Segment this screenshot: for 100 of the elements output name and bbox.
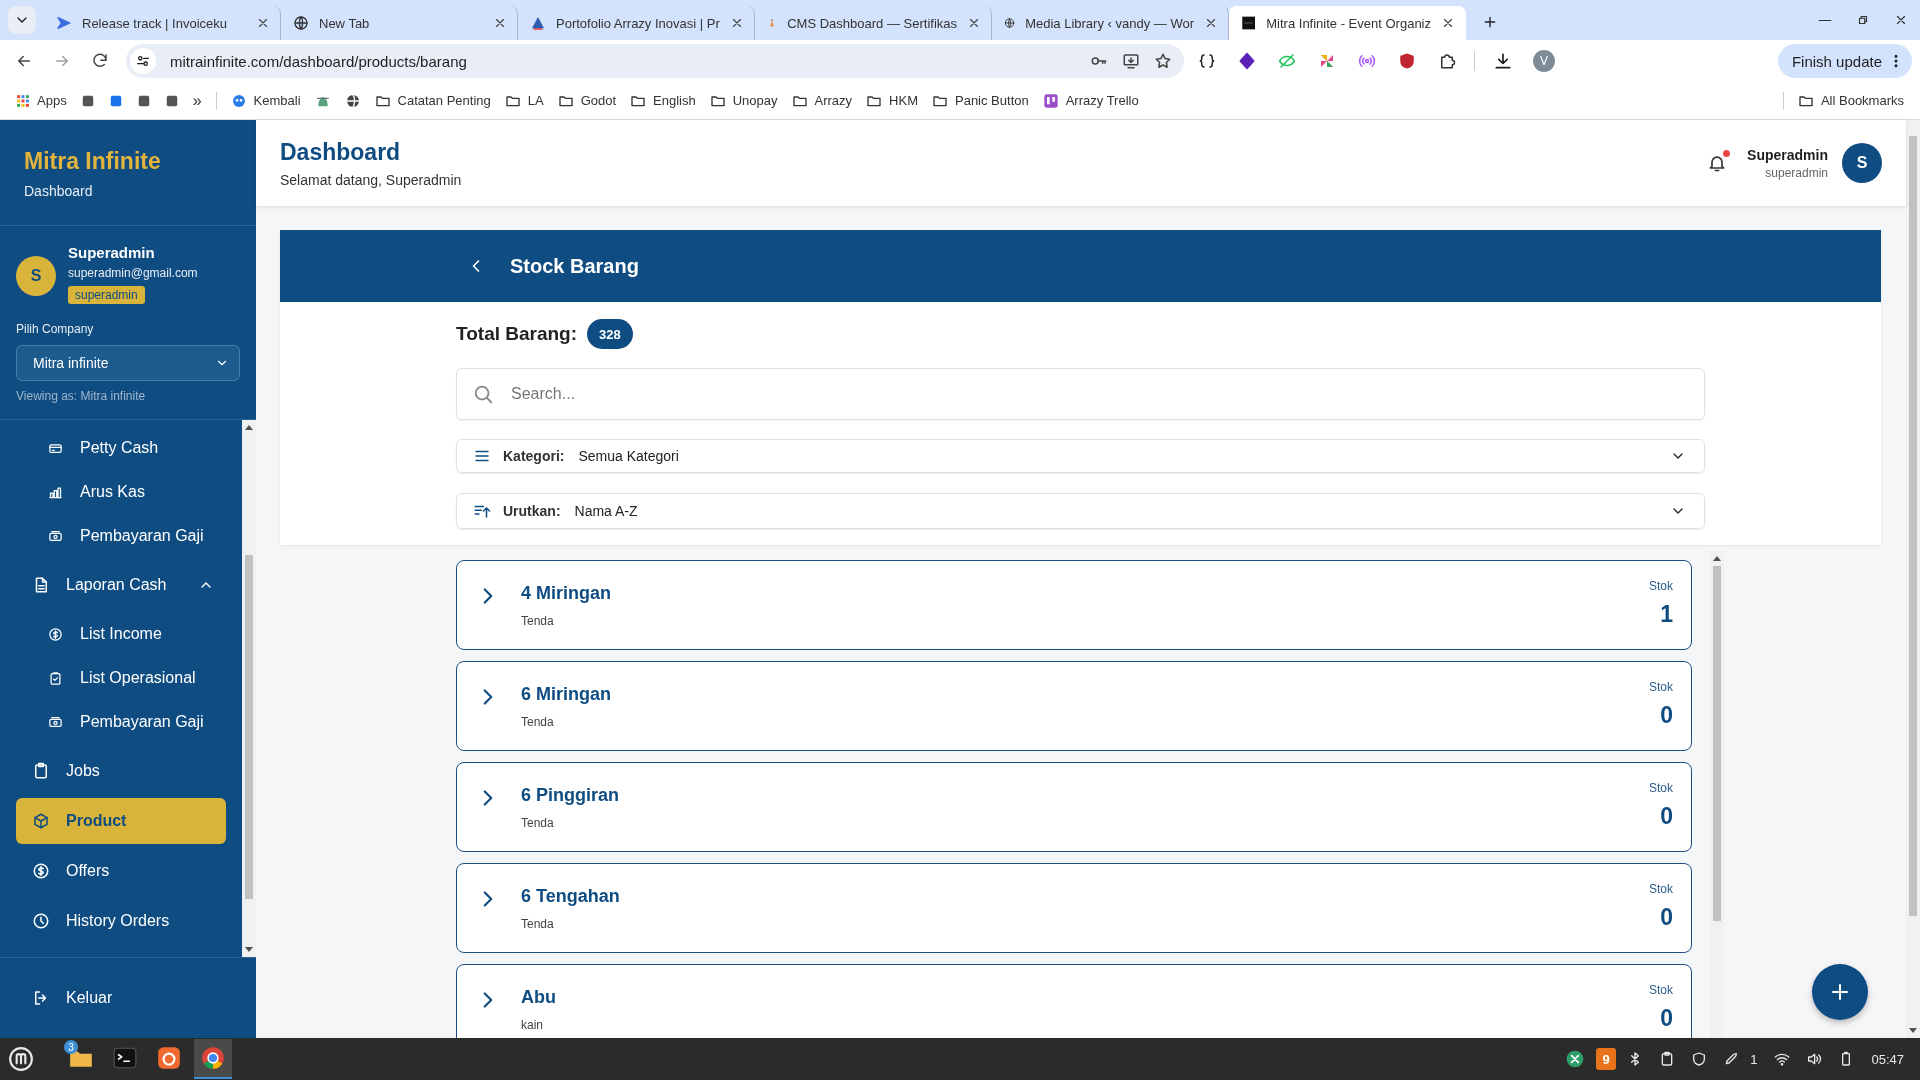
square-bookmark-icon[interactable]	[136, 93, 151, 108]
diamond-icon[interactable]	[1238, 52, 1256, 70]
product-card[interactable]: 6 Pinggiran Tenda Stok 0	[456, 762, 1692, 852]
square-bookmark-icon[interactable]	[108, 93, 123, 108]
square-bookmark-icon[interactable]	[164, 93, 179, 108]
braces-icon[interactable]	[1198, 52, 1216, 70]
add-button[interactable]	[1812, 964, 1868, 1020]
bookmark-item[interactable]: Kembali	[230, 92, 301, 109]
close-tab-button[interactable]	[967, 16, 981, 30]
bookmark-overflow-button[interactable]: »	[192, 91, 202, 110]
nav-subitem[interactable]: Pembayaran Gaji	[0, 514, 242, 558]
stock-value: 0	[1659, 702, 1673, 729]
browser-tab[interactable]: Mitra Infinite - Event Organiz	[1229, 6, 1466, 40]
notification-button[interactable]	[1707, 153, 1728, 173]
clock[interactable]: 05:47	[1871, 1051, 1904, 1067]
filter-dropdown[interactable]: Kategori: Semua Kategori	[456, 439, 1705, 473]
nav-item[interactable]: Offers	[16, 848, 226, 894]
total-label: Total Barang:	[456, 323, 578, 345]
download-icon[interactable]	[1493, 51, 1513, 71]
tab-title: Release track | Invoiceku	[82, 15, 228, 31]
bookmark-item[interactable]: Catatan Penting	[374, 92, 491, 109]
scrollbar[interactable]	[1710, 551, 1724, 1038]
product-name: 6 Tengahan	[521, 886, 621, 907]
tab-title: Mitra Infinite - Event Organiz	[1266, 15, 1431, 31]
product-card[interactable]: 6 Miringan Tenda Stok 0	[456, 661, 1692, 751]
signal-icon[interactable]	[1358, 52, 1376, 70]
terminal-icon	[112, 1045, 138, 1071]
stock-label: Stok	[1649, 882, 1673, 896]
product-card[interactable]: Abu kain Stok 0	[456, 964, 1692, 1038]
globe-icon	[1004, 15, 1016, 31]
bookmark-item[interactable]: English	[630, 92, 696, 109]
site-settings-icon[interactable]	[135, 53, 151, 69]
arrow-logo-icon	[56, 15, 72, 31]
brand-subtitle: Dashboard	[24, 183, 94, 199]
volume-icon[interactable]	[1806, 1051, 1823, 1067]
search-field[interactable]: Search...	[456, 368, 1705, 420]
filter-dropdown[interactable]: Urutkan: Nama A-Z	[456, 493, 1705, 529]
product-card[interactable]: 6 Tengahan Tenda Stok 0	[456, 863, 1692, 953]
company-select[interactable]: Mitra infinite	[16, 345, 240, 381]
close-tab-button[interactable]	[1204, 16, 1218, 30]
shield-icon[interactable]	[1691, 1051, 1708, 1067]
bookmark-item[interactable]: Godot	[557, 92, 617, 109]
close-tab-button[interactable]	[256, 16, 270, 30]
install-icon[interactable]	[1122, 52, 1140, 70]
puzzle-icon[interactable]	[1438, 52, 1456, 70]
wifi-icon[interactable]	[1774, 1051, 1791, 1067]
user-name: Superadmin	[1747, 146, 1828, 163]
nav-subitem[interactable]: List Operasional	[0, 656, 242, 700]
scrollbar[interactable]	[242, 420, 256, 957]
nav-subitem[interactable]: Petty Cash	[0, 426, 242, 470]
bookmark-item[interactable]: Apps	[16, 93, 67, 108]
user-avatar[interactable]: S	[1842, 143, 1882, 183]
bookmark-item[interactable]: Panic Button	[932, 92, 1029, 109]
minimize-icon	[1818, 18, 1832, 22]
box-icon	[32, 812, 50, 830]
tab-title: CMS Dashboard — Sertifikas	[787, 15, 957, 31]
close-icon	[730, 16, 744, 30]
nav-item[interactable]: Product	[16, 798, 226, 844]
product-category: Tenda	[521, 816, 555, 830]
close-tab-button[interactable]	[1441, 16, 1455, 30]
count-badge: 328	[587, 319, 633, 349]
nav-item[interactable]: History Orders	[16, 898, 226, 944]
user-email: superadmin@gmail.com	[68, 266, 198, 280]
bookmark-item[interactable]: Unopay	[709, 92, 778, 109]
nav-item[interactable]: Jobs	[16, 748, 226, 794]
nav-subitem[interactable]: Pembayaran Gaji	[0, 700, 242, 744]
close-tab-button[interactable]	[730, 16, 744, 30]
pinwheel-icon[interactable]	[1318, 52, 1336, 70]
close-tab-button[interactable]	[493, 16, 507, 30]
stock-value: 0	[1659, 1005, 1673, 1032]
stock-label: Stok	[1649, 579, 1673, 593]
bookmark-item[interactable]: All Bookmarks	[1797, 92, 1904, 109]
tab-search-button[interactable]	[8, 6, 36, 34]
star-icon[interactable]	[1154, 52, 1172, 70]
address-bar[interactable]: mitrainfinite.com/dashboard/products/barang	[126, 44, 1184, 78]
product-card[interactable]: 4 Miringan Tenda Stok 1	[456, 560, 1692, 650]
close-icon	[1441, 16, 1455, 30]
bookmark-item[interactable]: Arrazy Trello	[1042, 92, 1139, 109]
brand-name: Mitra Infinite	[24, 148, 162, 175]
bookmark-item[interactable]: LA	[504, 92, 544, 109]
square-bookmark-icon[interactable]	[80, 93, 95, 108]
dollar-icon	[32, 862, 50, 880]
nav-item[interactable]: Laporan Cash	[16, 562, 226, 608]
globe-icon[interactable]	[344, 92, 361, 109]
scrollbar[interactable]	[1906, 120, 1920, 1038]
role-badge: superadmin	[68, 286, 145, 304]
nav-subitem[interactable]: Arus Kas	[0, 470, 242, 514]
menu-logo-icon[interactable]	[8, 1046, 34, 1072]
field-label: Pilih Company	[16, 322, 95, 336]
logout-button[interactable]: Keluar	[0, 958, 256, 1038]
bookmark-item[interactable]: HKM	[866, 92, 918, 109]
banknote-icon	[48, 714, 63, 730]
bookmark-item[interactable]: Arrazy	[791, 92, 853, 109]
nav-subitem[interactable]: List Income	[0, 612, 242, 656]
taskbar-app[interactable]	[194, 1039, 232, 1079]
finish-update-button[interactable]: Finish update	[1777, 44, 1912, 78]
notification-count[interactable]: 1	[1750, 1051, 1758, 1067]
page-subtitle: Selamat datang, Superadmin	[280, 171, 463, 188]
board-logo-icon	[1042, 92, 1059, 109]
shield-icon[interactable]	[1398, 52, 1416, 70]
